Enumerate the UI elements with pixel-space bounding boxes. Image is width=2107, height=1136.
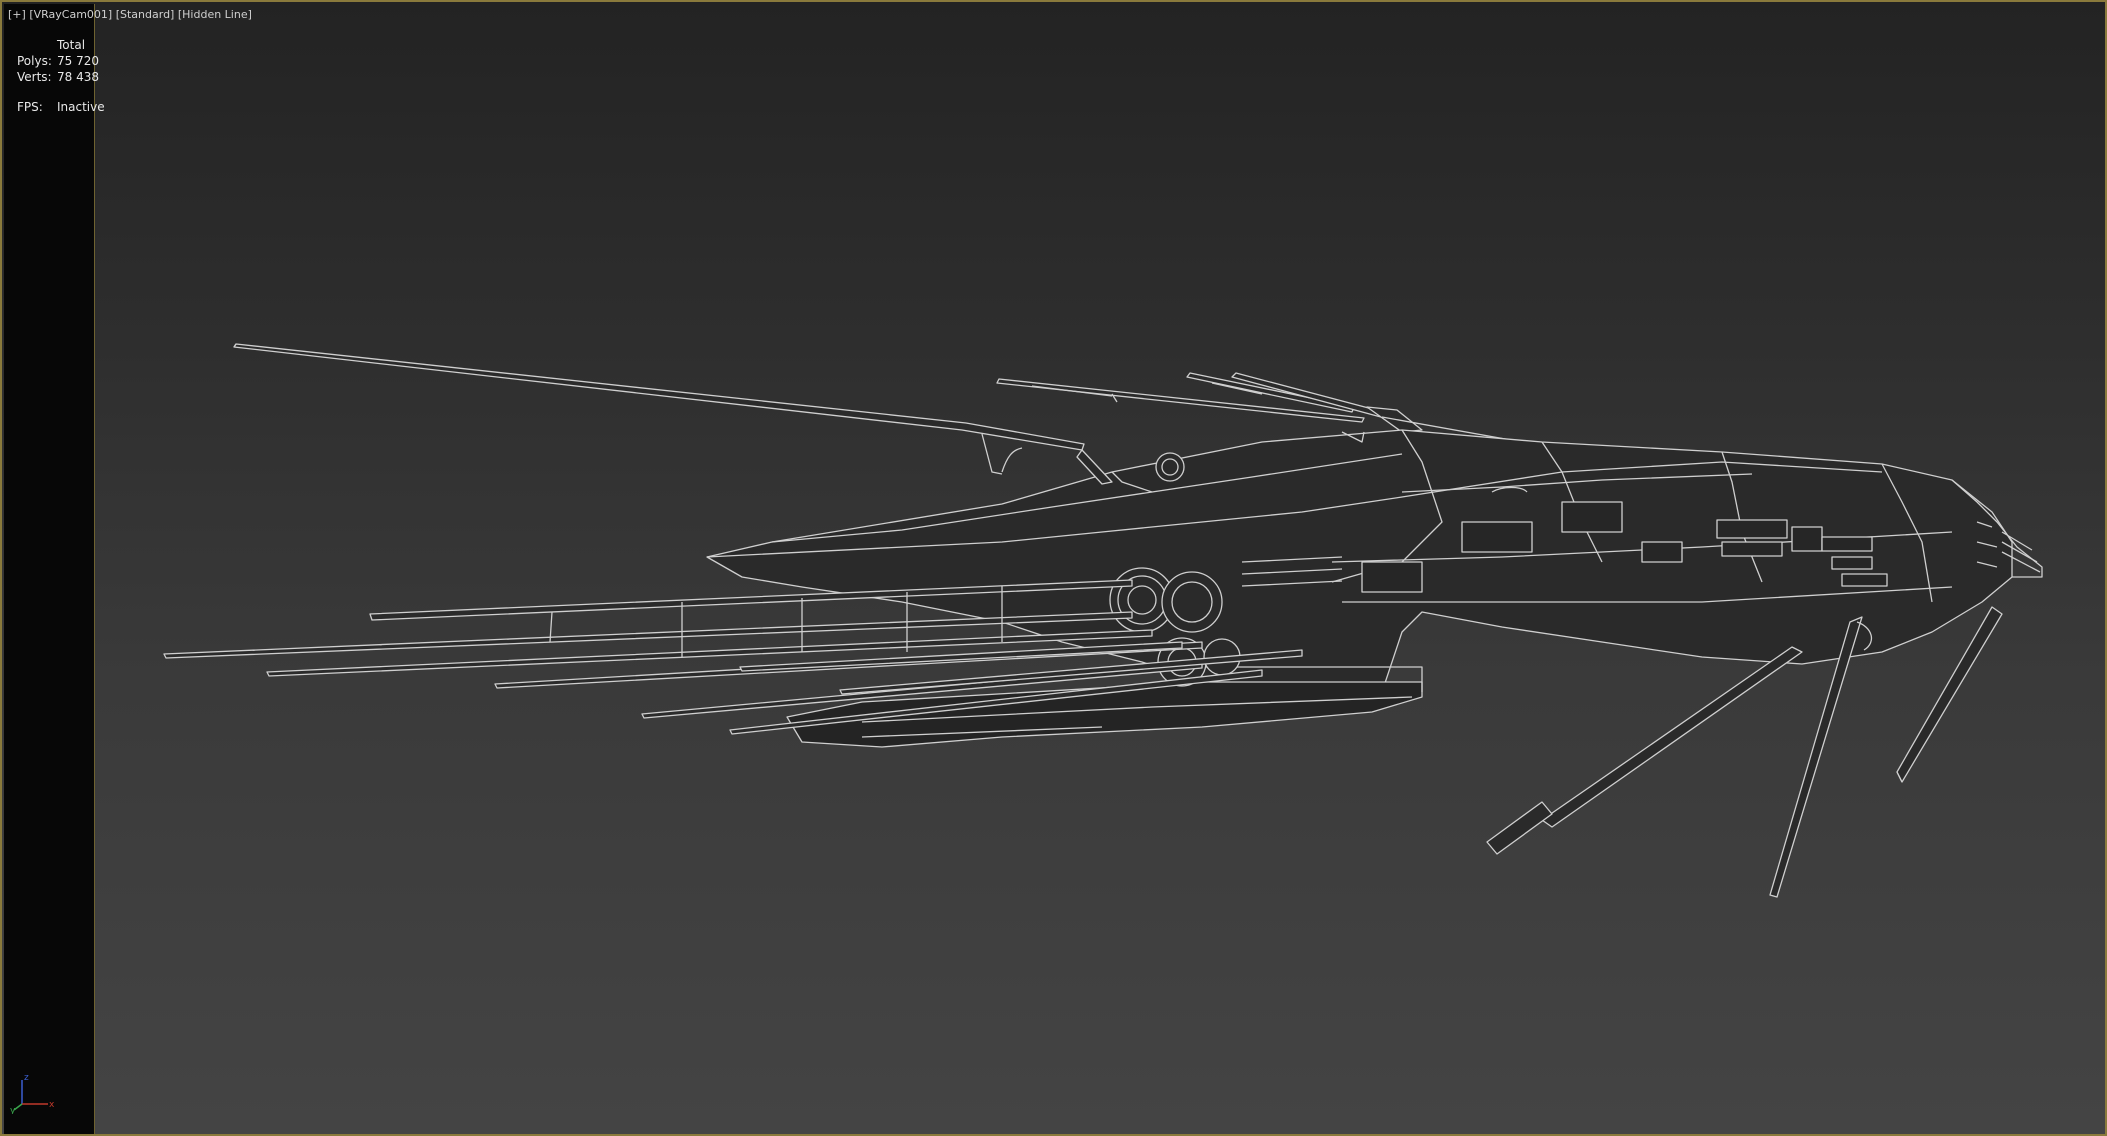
- upper-spikes: [996, 372, 1523, 443]
- spaceship-wireframe[interactable]: [2, 2, 2107, 1136]
- axis-gizmo: z y x: [10, 1073, 55, 1114]
- viewport-vraycam[interactable]: [+] [VRayCam001] [Standard] [Hidden Line…: [0, 0, 2107, 1136]
- upper-antenna: [233, 343, 1085, 475]
- z-axis-label: z: [24, 1073, 29, 1083]
- x-axis-label: x: [49, 1100, 55, 1110]
- y-axis-label: y: [10, 1106, 16, 1114]
